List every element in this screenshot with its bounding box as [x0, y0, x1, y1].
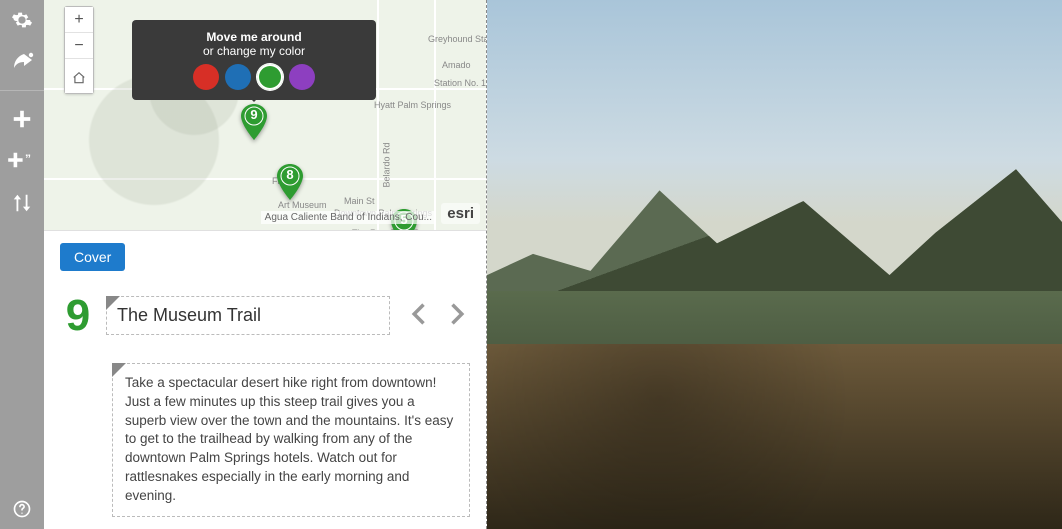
tooltip-line1: Move me around: [152, 30, 356, 44]
esri-logo: esri: [441, 203, 480, 224]
entry-photo: [487, 0, 1062, 529]
title-text: The Museum Trail: [117, 305, 261, 325]
pin-tooltip: Move me around or change my color: [132, 20, 376, 100]
tool-rail: ”: [0, 0, 44, 529]
color-swatch[interactable]: [193, 64, 219, 90]
plus-quote-icon[interactable]: ”: [8, 147, 36, 175]
sort-arrows-icon[interactable]: [8, 189, 36, 217]
map-label: Art Museum: [278, 200, 327, 210]
tooltip-line2: or change my color: [152, 44, 356, 58]
map-panel[interactable]: Greyhound Station Amado Station No. 1 (441…: [44, 0, 486, 231]
title-input[interactable]: The Museum Trail: [106, 296, 390, 335]
next-button[interactable]: [442, 296, 470, 335]
map-label: Hyatt Palm Springs: [374, 100, 451, 110]
media-panel[interactable]: [486, 0, 1062, 529]
home-button[interactable]: [65, 67, 93, 93]
map-label: Main St: [344, 196, 375, 206]
map-label: Greyhound Station: [428, 34, 486, 44]
gear-icon[interactable]: [8, 6, 36, 34]
zoom-out-button[interactable]: −: [65, 33, 93, 59]
entry-number: 9: [60, 291, 96, 341]
color-swatch[interactable]: [289, 64, 315, 90]
map-label: Amado: [442, 60, 471, 70]
map-attribution: Agua Caliente Band of Indians, Cou...: [261, 211, 436, 224]
map-pin[interactable]: 8: [277, 164, 303, 200]
share-arrow-icon[interactable]: [8, 48, 36, 76]
edit-corner-icon: [106, 296, 120, 310]
help-icon[interactable]: [8, 495, 36, 523]
zoom-in-button[interactable]: +: [65, 7, 93, 33]
map-label: Station No. 1 (441): [434, 78, 486, 88]
plus-icon[interactable]: [8, 105, 36, 133]
description-text: Take a spectacular desert hike right fro…: [125, 375, 453, 503]
color-swatches: [152, 64, 356, 90]
left-column: Greyhound Station Amado Station No. 1 (441…: [44, 0, 486, 529]
edit-corner-icon: [112, 363, 126, 377]
color-swatch[interactable]: [225, 64, 251, 90]
cover-button[interactable]: Cover: [60, 243, 125, 271]
svg-text:”: ”: [25, 152, 31, 166]
prev-button[interactable]: [406, 296, 434, 335]
map-label: Belardo Rd: [382, 142, 392, 187]
map-nav-controls: + −: [64, 6, 94, 94]
description-input[interactable]: Take a spectacular desert hike right fro…: [112, 363, 470, 517]
color-swatch[interactable]: [257, 64, 283, 90]
